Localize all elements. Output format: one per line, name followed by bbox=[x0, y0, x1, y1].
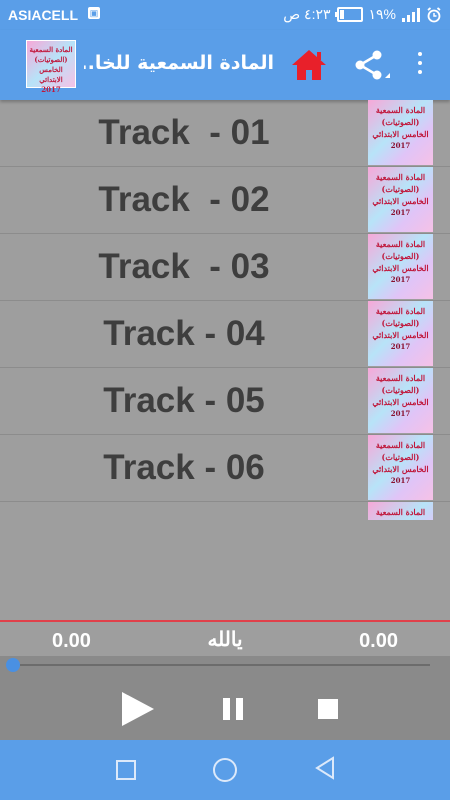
carrier-name: ASIACELL bbox=[8, 7, 78, 23]
track-label: Track - 03 bbox=[98, 247, 270, 286]
logo-line-1: المادة السمعية bbox=[29, 45, 73, 54]
status-bar: ASIACELL ▣ ٤:٢٣ ص ١٩% bbox=[0, 0, 450, 30]
thumb-year: 2017 bbox=[390, 342, 411, 351]
logo-year: 2017 bbox=[41, 85, 61, 94]
sim-icon: ▣ bbox=[88, 7, 100, 19]
track-row[interactable]: Track - 02 المادة السمعية (الصوتيات) الخام… bbox=[0, 167, 450, 234]
pause-button[interactable] bbox=[223, 698, 243, 720]
thumb-year: 2017 bbox=[390, 208, 411, 217]
track-thumbnail: المادة السمعية (الصوتيات) الخامس الابتدائي… bbox=[368, 167, 433, 232]
alarm-icon bbox=[427, 6, 441, 22]
battery-text: ١٩% bbox=[368, 6, 397, 22]
track-row[interactable]: Track - 04 المادة السمعية (الصوتيات) الخام… bbox=[0, 301, 450, 368]
play-button[interactable] bbox=[122, 692, 154, 726]
thumb-year: 2017 bbox=[390, 141, 411, 150]
back-button[interactable] bbox=[314, 756, 336, 780]
track-label: Track - 05 bbox=[103, 381, 265, 420]
track-row[interactable]: Track - 01 المادة السمعية (الصوتيات) الخام… bbox=[0, 100, 450, 167]
seek-handle[interactable] bbox=[6, 658, 20, 672]
time-text: ٤:٢٣ ص bbox=[283, 6, 331, 22]
track-list: Track - 01 المادة السمعية (الصوتيات) الخام… bbox=[0, 100, 450, 520]
thumb-line-3: الخامس الابتدائي bbox=[372, 129, 429, 139]
track-row[interactable]: Track - 03 المادة السمعية (الصوتيات) الخام… bbox=[0, 234, 450, 301]
thumb-line-3: الخامس الابتدائي bbox=[372, 196, 429, 206]
thumb-line-2: (الصوتيات) bbox=[368, 518, 433, 520]
overflow-menu-button[interactable] bbox=[415, 52, 425, 79]
thumb-year: 2017 bbox=[390, 275, 411, 284]
track-thumbnail: المادة السمعية (الصوتيات) الخامس الابتدائي… bbox=[368, 301, 433, 366]
total-duration: 0.00 bbox=[359, 630, 398, 652]
pause-bar-icon bbox=[223, 698, 230, 720]
status-right: ٤:٢٣ ص ١٩% bbox=[283, 6, 442, 23]
track-thumbnail: المادة السمعية (الصوتيات) الخامس الابتدائي… bbox=[368, 234, 433, 299]
share-icon bbox=[355, 50, 390, 80]
stop-button[interactable] bbox=[318, 699, 338, 719]
pause-bar-icon bbox=[236, 698, 243, 720]
home-icon bbox=[292, 50, 326, 80]
track-label: Track - 01 bbox=[98, 113, 270, 152]
track-thumbnail: المادة السمعية (الصوتيات) الخامس الابتدائي… bbox=[368, 435, 433, 500]
navigation-bar bbox=[0, 740, 450, 800]
share-button[interactable] bbox=[355, 50, 391, 86]
thumb-line-1: المادة السمعية bbox=[375, 105, 426, 115]
thumb-line-3: الخامس الابتدائي bbox=[372, 464, 429, 474]
track-label: Track - 07 bbox=[0, 502, 368, 520]
thumb-year: 2017 bbox=[390, 409, 411, 418]
thumb-line-1: المادة السمعية bbox=[375, 507, 426, 517]
logo-line-3: الخامس الابتدائي bbox=[39, 65, 63, 84]
logo-line-2: (الصوتيات) bbox=[34, 55, 68, 64]
dot-icon bbox=[418, 61, 422, 65]
track-label: Track - 02 bbox=[98, 180, 270, 219]
seek-bar[interactable] bbox=[6, 658, 430, 672]
app-bar: المادة السمعية (الصوتيات) الخامس الابتدا… bbox=[0, 30, 450, 100]
thumb-line-3: الخامس الابتدائي bbox=[372, 397, 429, 407]
app-logo: المادة السمعية (الصوتيات) الخامس الابتدا… bbox=[26, 40, 76, 94]
thumb-line-1: المادة السمعية bbox=[375, 373, 426, 383]
app-title: المادة السمعية للخا... bbox=[84, 52, 274, 74]
thumb-year: 2017 bbox=[390, 476, 411, 485]
track-row[interactable]: Track - 05 المادة السمعية (الصوتيات) الخام… bbox=[0, 368, 450, 435]
home-button[interactable] bbox=[290, 48, 328, 86]
track-thumbnail: المادة السمعية (الصوتيات) الخامس الابتدائي… bbox=[368, 368, 433, 433]
dot-icon bbox=[418, 52, 422, 56]
track-thumbnail: المادة السمعية (الصوتيات) الخامس الابتدائي… bbox=[368, 100, 433, 165]
signal-icon bbox=[402, 7, 420, 22]
thumb-line-3: الخامس الابتدائي bbox=[372, 330, 429, 340]
thumb-line-2: (الصوتيات) bbox=[381, 184, 420, 194]
thumb-line-2: (الصوتيات) bbox=[381, 251, 420, 261]
thumb-line-3: الخامس الابتدائي bbox=[372, 263, 429, 273]
track-label: Track - 04 bbox=[103, 314, 265, 353]
thumb-line-2: (الصوتيات) bbox=[381, 318, 420, 328]
track-row[interactable]: Track - 06 المادة السمعية (الصوتيات) الخام… bbox=[0, 435, 450, 502]
player-controls bbox=[0, 656, 450, 740]
battery-icon bbox=[334, 7, 363, 22]
thumb-line-1: المادة السمعية bbox=[375, 239, 426, 249]
home-nav-button[interactable] bbox=[213, 758, 237, 782]
recents-button[interactable] bbox=[116, 760, 136, 780]
player-time-row: 0.00 يالله 0.00 bbox=[0, 622, 450, 656]
thumb-line-2: (الصوتيات) bbox=[381, 117, 420, 127]
thumb-line-1: المادة السمعية bbox=[375, 306, 426, 316]
track-label: Track - 06 bbox=[103, 448, 265, 487]
dot-icon bbox=[418, 70, 422, 74]
thumb-line-1: المادة السمعية bbox=[375, 440, 426, 450]
thumb-line-2: (الصوتيات) bbox=[381, 452, 420, 462]
track-thumbnail: المادة السمعية(الصوتيات)الخامس الابتدائي… bbox=[368, 502, 433, 520]
thumb-line-2: (الصوتيات) bbox=[381, 385, 420, 395]
thumb-line-1: المادة السمعية bbox=[375, 172, 426, 182]
track-row[interactable]: Track - 07 المادة السمعية(الصوتيات)الخام… bbox=[0, 502, 450, 520]
